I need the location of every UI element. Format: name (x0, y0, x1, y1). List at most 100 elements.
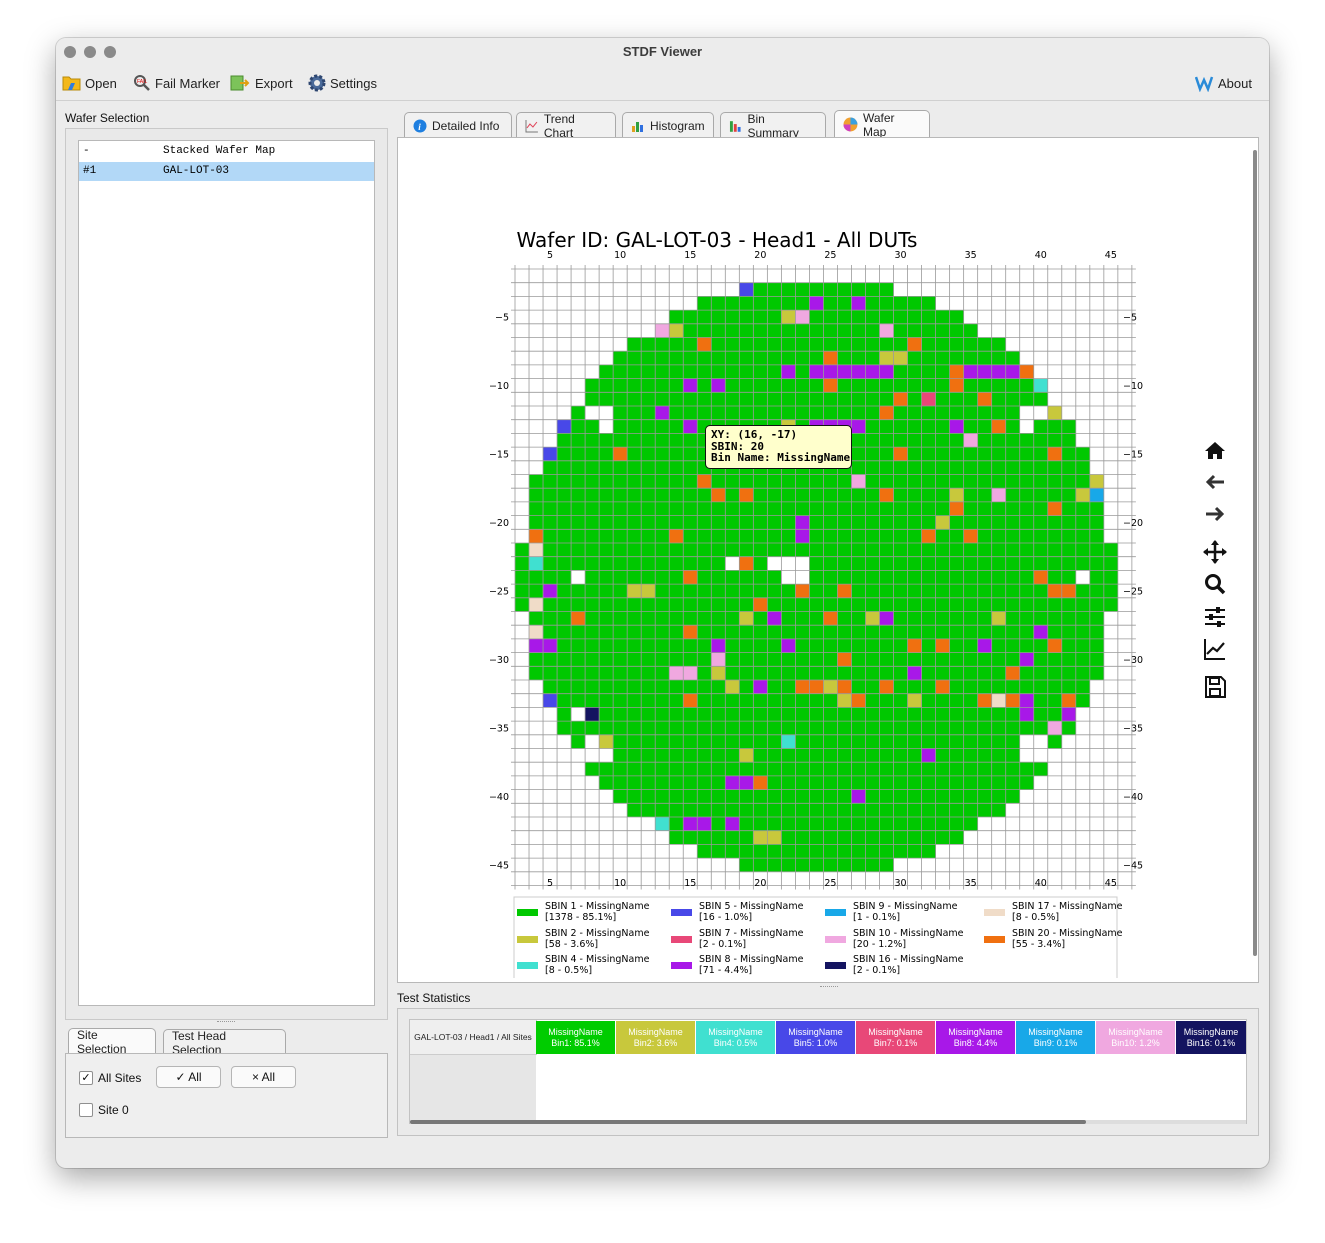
die-cell[interactable] (1033, 378, 1048, 393)
die-cell[interactable] (1033, 762, 1048, 776)
die-cell[interactable] (809, 666, 824, 680)
die-cell[interactable] (991, 789, 1006, 804)
die-cell[interactable] (809, 282, 824, 297)
die-cell[interactable] (683, 488, 698, 502)
die-cell[interactable] (893, 693, 908, 708)
die-cell[interactable] (697, 803, 712, 817)
die-cell[interactable] (669, 488, 684, 502)
die-cell[interactable] (935, 378, 950, 393)
die-cell[interactable] (851, 433, 866, 448)
die-cell[interactable] (809, 364, 824, 379)
die-cell[interactable] (739, 721, 754, 735)
die-cell[interactable] (1005, 543, 1020, 557)
die-cell[interactable] (711, 501, 726, 516)
tab-detailed-info[interactable]: i Detailed Info (404, 112, 512, 138)
die-cell[interactable] (837, 666, 852, 680)
die-cell[interactable] (571, 680, 586, 694)
die-cell[interactable] (935, 584, 950, 598)
die-cell[interactable] (921, 529, 936, 543)
die-cell[interactable] (683, 364, 698, 379)
die-cell[interactable] (599, 460, 614, 475)
die-cell[interactable] (697, 844, 712, 859)
die-cell[interactable] (1005, 488, 1020, 502)
die-cell[interactable] (949, 447, 964, 461)
die-cell[interactable] (1019, 460, 1034, 475)
die-cell[interactable] (753, 488, 768, 502)
die-cell[interactable] (795, 844, 810, 859)
die-cell[interactable] (725, 707, 740, 722)
tab-trend-chart[interactable]: Trend Chart (516, 112, 616, 140)
die-cell[interactable] (781, 488, 796, 502)
die-cell[interactable] (837, 638, 852, 653)
die-cell[interactable] (599, 543, 614, 557)
die-cell[interactable] (991, 734, 1006, 749)
die-cell[interactable] (837, 789, 852, 804)
die-cell[interactable] (557, 652, 572, 667)
die-cell[interactable] (949, 803, 964, 817)
die-cell[interactable] (1005, 433, 1020, 448)
die-cell[interactable] (739, 638, 754, 653)
die-cell[interactable] (949, 433, 964, 448)
die-cell[interactable] (921, 378, 936, 393)
die-cell[interactable] (781, 296, 796, 311)
die-cell[interactable] (627, 419, 642, 434)
die-cell[interactable] (543, 652, 558, 667)
die-cell[interactable] (753, 543, 768, 557)
die-cell[interactable] (627, 775, 642, 790)
die-cell[interactable] (809, 351, 824, 365)
die-cell[interactable] (711, 597, 726, 612)
die-cell[interactable] (1047, 693, 1062, 708)
die-cell[interactable] (669, 310, 684, 324)
die-cell[interactable] (641, 611, 656, 626)
die-cell[interactable] (725, 406, 740, 420)
die-cell[interactable] (809, 392, 824, 406)
die-cell[interactable] (767, 652, 782, 667)
die-cell[interactable] (1061, 515, 1076, 530)
die-cell[interactable] (1061, 433, 1076, 448)
die-cell[interactable] (767, 597, 782, 612)
die-cell[interactable] (683, 721, 698, 735)
die-cell[interactable] (837, 515, 852, 530)
die-cell[interactable] (613, 570, 628, 585)
die-cell[interactable] (1033, 611, 1048, 626)
die-cell[interactable] (697, 515, 712, 530)
die-cell[interactable] (963, 529, 978, 543)
die-cell[interactable] (781, 337, 796, 352)
die-cell[interactable] (1047, 680, 1062, 694)
die-cell[interactable] (669, 364, 684, 379)
die-cell[interactable] (753, 529, 768, 543)
die-cell[interactable] (767, 351, 782, 365)
die-cell[interactable] (739, 611, 754, 626)
die-cell[interactable] (879, 748, 894, 763)
die-cell[interactable] (529, 597, 544, 612)
die-cell[interactable] (753, 830, 768, 845)
die-cell[interactable] (571, 515, 586, 530)
die-cell[interactable] (949, 652, 964, 667)
die-cell[interactable] (935, 597, 950, 612)
die-cell[interactable] (627, 529, 642, 543)
die-cell[interactable] (823, 680, 838, 694)
die-cell[interactable] (893, 419, 908, 434)
die-cell[interactable] (571, 460, 586, 475)
die-cell[interactable] (641, 734, 656, 749)
die-cell[interactable] (613, 721, 628, 735)
die-cell[interactable] (907, 406, 922, 420)
die-cell[interactable] (781, 721, 796, 735)
die-cell[interactable] (711, 296, 726, 311)
die-cell[interactable] (851, 282, 866, 297)
die-cell[interactable] (781, 597, 796, 612)
die-cell[interactable] (1005, 748, 1020, 763)
die-cell[interactable] (711, 638, 726, 653)
die-cell[interactable] (991, 775, 1006, 790)
die-cell[interactable] (543, 488, 558, 502)
die-cell[interactable] (879, 433, 894, 448)
die-cell[interactable] (879, 474, 894, 489)
die-cell[interactable] (557, 597, 572, 612)
die-cell[interactable] (613, 734, 628, 749)
die-cell[interactable] (879, 556, 894, 571)
die-cell[interactable] (823, 693, 838, 708)
die-cell[interactable] (907, 351, 922, 365)
die-cell[interactable] (935, 762, 950, 776)
die-cell[interactable] (907, 638, 922, 653)
die-cell[interactable] (823, 529, 838, 543)
